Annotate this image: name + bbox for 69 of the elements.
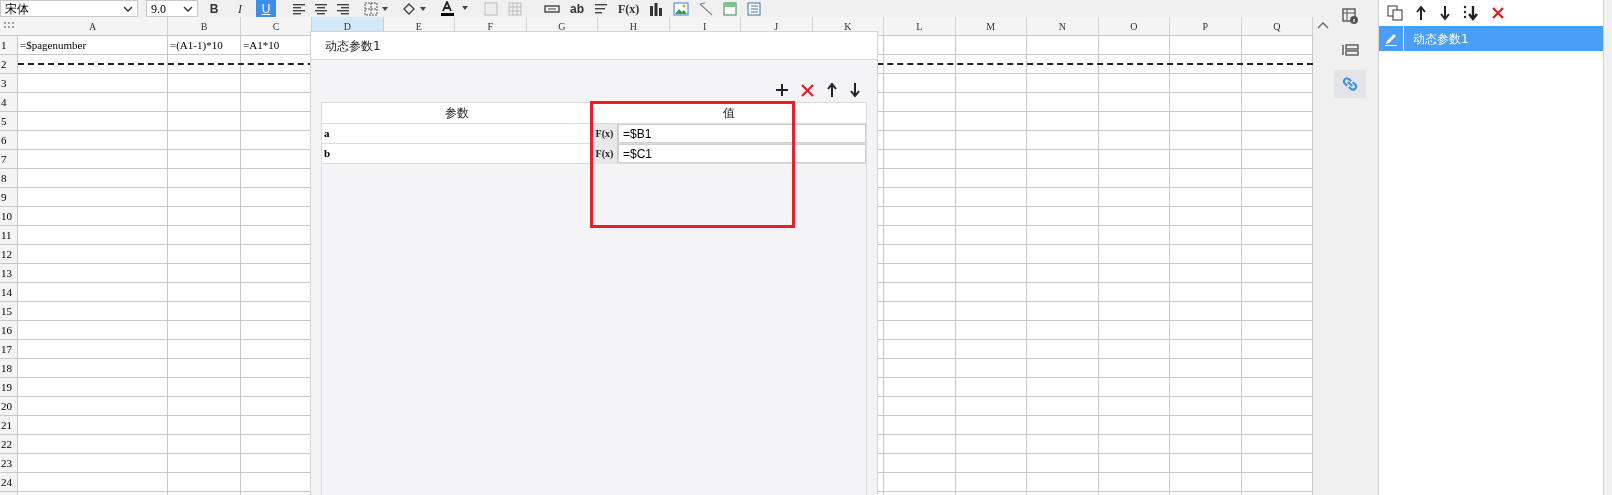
table-cell: =$pagenumber <box>18 36 168 54</box>
font-dropdown[interactable]: 宋体 <box>0 0 138 17</box>
row-header[interactable]: 18 <box>0 359 18 377</box>
row-header[interactable]: 10 <box>0 207 18 225</box>
align-right-icon[interactable] <box>336 1 350 16</box>
move-down-icon[interactable] <box>850 83 860 97</box>
row-header[interactable]: 12 <box>0 245 18 263</box>
row-header[interactable]: 1 <box>0 36 18 54</box>
align-left-icon[interactable] <box>292 1 306 16</box>
fill-color-icon[interactable] <box>402 1 428 16</box>
row-header[interactable]: 8 <box>0 169 18 187</box>
row-header[interactable]: 17 <box>0 340 18 358</box>
font-size-dropdown[interactable]: 9.0 <box>146 0 198 17</box>
column-header: 值 <box>722 105 736 122</box>
table-cell: =(A1-1)*10 <box>168 36 241 54</box>
pencil-icon[interactable] <box>1384 31 1398 46</box>
row-header[interactable]: 24 <box>0 473 18 491</box>
row-header[interactable]: 9 <box>0 188 18 206</box>
formula-tool[interactable]: F(x) <box>618 0 640 18</box>
delete-icon[interactable] <box>1491 6 1505 20</box>
text-tool[interactable]: ab <box>570 0 584 18</box>
row-header[interactable]: 13 <box>0 264 18 282</box>
cell-icon[interactable] <box>484 1 498 16</box>
value-field[interactable]: =$C1 <box>618 144 866 163</box>
row-header[interactable]: 20 <box>0 397 18 415</box>
link-icon <box>1341 75 1359 93</box>
copy-icon[interactable] <box>1387 5 1403 21</box>
row-header[interactable]: 7 <box>0 150 18 168</box>
row-header[interactable]: 4 <box>0 93 18 111</box>
format-button[interactable]: B <box>204 0 224 17</box>
scroll-up-icon[interactable] <box>1317 21 1329 29</box>
row-header[interactable]: 22 <box>0 435 18 453</box>
layers-icon <box>1341 41 1359 59</box>
move-up-icon[interactable] <box>1415 5 1427 21</box>
format-button[interactable]: I <box>230 0 250 17</box>
table-cell: b <box>322 144 592 163</box>
move-to-bottom-icon[interactable] <box>1463 5 1479 21</box>
formula-button[interactable]: F(x) <box>592 124 618 144</box>
move-up-icon[interactable] <box>827 83 837 97</box>
font-color-icon[interactable] <box>440 1 470 16</box>
row-header[interactable]: 23 <box>0 454 18 472</box>
row-header[interactable]: 6 <box>0 131 18 149</box>
move-down-icon[interactable] <box>1439 5 1451 21</box>
row-header[interactable]: 21 <box>0 416 18 434</box>
parameter-name: 动态参数1 <box>1413 30 1469 48</box>
wrap-text-icon[interactable] <box>594 1 608 16</box>
cell-info-icon <box>1341 7 1359 25</box>
border-icon[interactable] <box>364 1 390 16</box>
caret-icon <box>123 5 133 12</box>
dialog-title: 动态参数1 <box>325 37 381 55</box>
row-header[interactable]: 19 <box>0 378 18 396</box>
row-header[interactable]: 15 <box>0 302 18 320</box>
slash-icon[interactable] <box>699 1 714 16</box>
image-icon[interactable] <box>673 1 690 16</box>
table-cell: a <box>322 124 592 143</box>
row-header[interactable]: 14 <box>0 283 18 301</box>
row-header[interactable]: 11 <box>0 226 18 244</box>
row-header[interactable]: 5 <box>0 112 18 130</box>
row-header[interactable]: 2 <box>0 55 18 73</box>
column-header: 参数 <box>322 103 592 123</box>
formula-button[interactable]: F(x) <box>592 144 618 164</box>
row-header[interactable]: 3 <box>0 74 18 92</box>
row-header[interactable]: 16 <box>0 321 18 339</box>
value-field[interactable]: =$B1 <box>618 124 866 143</box>
caret-icon <box>183 5 193 12</box>
bar-chart-icon[interactable] <box>649 1 664 16</box>
align-center-icon[interactable] <box>314 1 328 16</box>
delete-icon[interactable] <box>801 83 814 97</box>
add-icon[interactable] <box>776 84 788 96</box>
